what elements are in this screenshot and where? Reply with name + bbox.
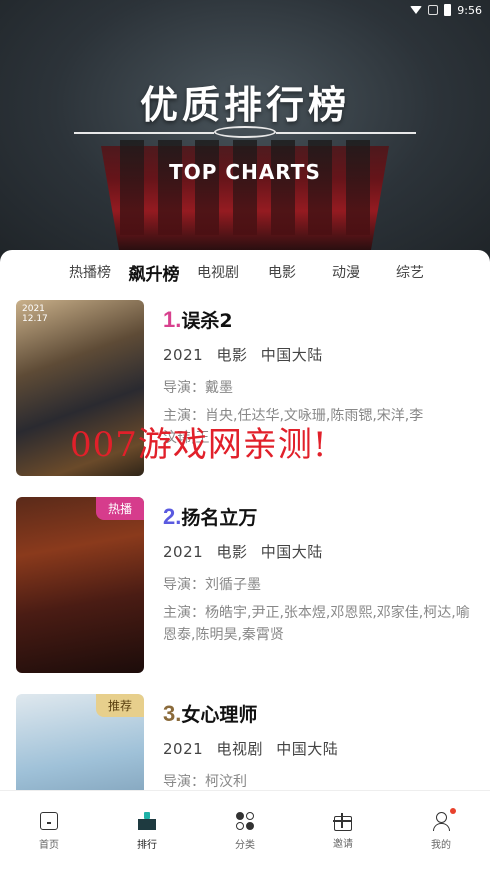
watermark-text: 007游戏网亲测! — [70, 425, 328, 465]
item-year: 2021 — [163, 346, 204, 364]
item-meta: 2021 电视剧 中国大陆 — [163, 738, 478, 759]
rank-number: 1. — [163, 307, 182, 332]
item-type: 电影 — [216, 346, 248, 364]
item-type: 电视剧 — [216, 740, 263, 758]
nav-label: 首页 — [39, 840, 59, 851]
tab-anime[interactable]: 动漫 — [314, 262, 378, 282]
poster-image[interactable]: 推荐 — [16, 694, 144, 790]
status-bar: 9:56 — [0, 0, 490, 20]
item-year: 2021 — [163, 740, 204, 758]
nav-label: 邀请 — [333, 838, 353, 850]
poster-date: 2021 12.17 — [22, 304, 48, 324]
bottom-nav: 首页 排行 分类 邀请 我的 — [0, 790, 490, 872]
ranking-icon — [138, 812, 156, 830]
top-charts-banner: 优质排行榜 TOP CHARTS — [0, 0, 490, 262]
item-region: 中国大陆 — [260, 346, 323, 364]
rank-number: 2. — [163, 504, 182, 529]
item-title[interactable]: 扬名立万 — [181, 503, 257, 530]
banner-subtitle: TOP CHARTS — [169, 160, 321, 184]
item-meta: 2021 电影 中国大陆 — [163, 541, 478, 562]
item-meta: 2021 电影 中国大陆 — [163, 344, 478, 365]
rank-number: 3. — [163, 701, 182, 726]
tab-variety[interactable]: 综艺 — [378, 262, 442, 282]
item-director: 导演：戴墨 — [163, 380, 233, 396]
notification-dot — [450, 808, 456, 814]
battery-icon — [444, 4, 452, 16]
nav-category[interactable]: 分类 — [196, 791, 294, 872]
ranking-list: 2021 12.17 1. 误杀2 2021 电影 中国大陆 导演：戴墨 主演：… — [0, 300, 490, 790]
chart-tabs: 热播榜 飙升榜 电视剧 电影 动漫 综艺 — [0, 250, 490, 294]
tab-hot[interactable]: 热播榜 — [58, 262, 122, 282]
chart-panel: 热播榜 飙升榜 电视剧 电影 动漫 综艺 2021 12.17 1. 误杀2 2… — [0, 250, 490, 790]
item-title[interactable]: 误杀2 — [181, 306, 232, 333]
list-item[interactable]: 推荐 3. 女心理师 2021 电视剧 中国大陆 导演：柯汶利 — [0, 694, 490, 790]
item-region: 中国大陆 — [260, 543, 323, 561]
item-director: 导演：刘循子墨 — [163, 577, 261, 593]
wifi-icon — [410, 6, 423, 14]
recommend-badge: 推荐 — [95, 694, 144, 717]
item-info: 2. 扬名立万 2021 电影 中国大陆 导演：刘循子墨 主演：杨皓宇,尹正,张… — [163, 503, 478, 646]
nav-profile[interactable]: 我的 — [392, 791, 490, 872]
hot-badge: 热播 — [95, 497, 144, 520]
item-cast: 主演：杨皓宇,尹正,张本煜,邓恩熙,邓家佳,柯达,喻恩泰,陈明昊,秦霄贤 — [163, 605, 470, 643]
nav-ranking[interactable]: 排行 — [98, 791, 196, 872]
item-type: 电影 — [216, 543, 248, 561]
gift-icon — [333, 812, 352, 831]
profile-icon — [432, 808, 456, 831]
nav-home[interactable]: 首页 — [0, 791, 98, 872]
home-icon — [40, 812, 58, 830]
item-year: 2021 — [163, 543, 204, 561]
item-info: 3. 女心理师 2021 电视剧 中国大陆 导演：柯汶利 — [163, 700, 478, 790]
sim-icon — [428, 5, 439, 15]
nav-invite[interactable]: 邀请 — [294, 791, 392, 872]
item-region: 中国大陆 — [276, 740, 339, 758]
banner-stage-bars — [120, 140, 370, 235]
tab-movie[interactable]: 电影 — [250, 262, 314, 282]
category-icon — [236, 812, 254, 830]
banner-ornament — [74, 126, 416, 138]
nav-label: 排行 — [137, 840, 157, 851]
status-time: 9:56 — [457, 3, 482, 17]
nav-label: 分类 — [235, 840, 255, 851]
nav-label: 我的 — [431, 840, 451, 851]
poster-image[interactable]: 热播 — [16, 497, 144, 673]
tab-rising[interactable]: 飙升榜 — [122, 260, 186, 285]
item-title[interactable]: 女心理师 — [181, 700, 257, 727]
list-item[interactable]: 热播 2. 扬名立万 2021 电影 中国大陆 导演：刘循子墨 主演：杨皓宇,尹… — [0, 497, 490, 694]
tab-tv[interactable]: 电视剧 — [186, 262, 250, 282]
banner-title: 优质排行榜 — [139, 83, 350, 127]
list-item[interactable]: 2021 12.17 1. 误杀2 2021 电影 中国大陆 导演：戴墨 主演：… — [0, 300, 490, 497]
item-director: 导演：柯汶利 — [163, 774, 247, 790]
